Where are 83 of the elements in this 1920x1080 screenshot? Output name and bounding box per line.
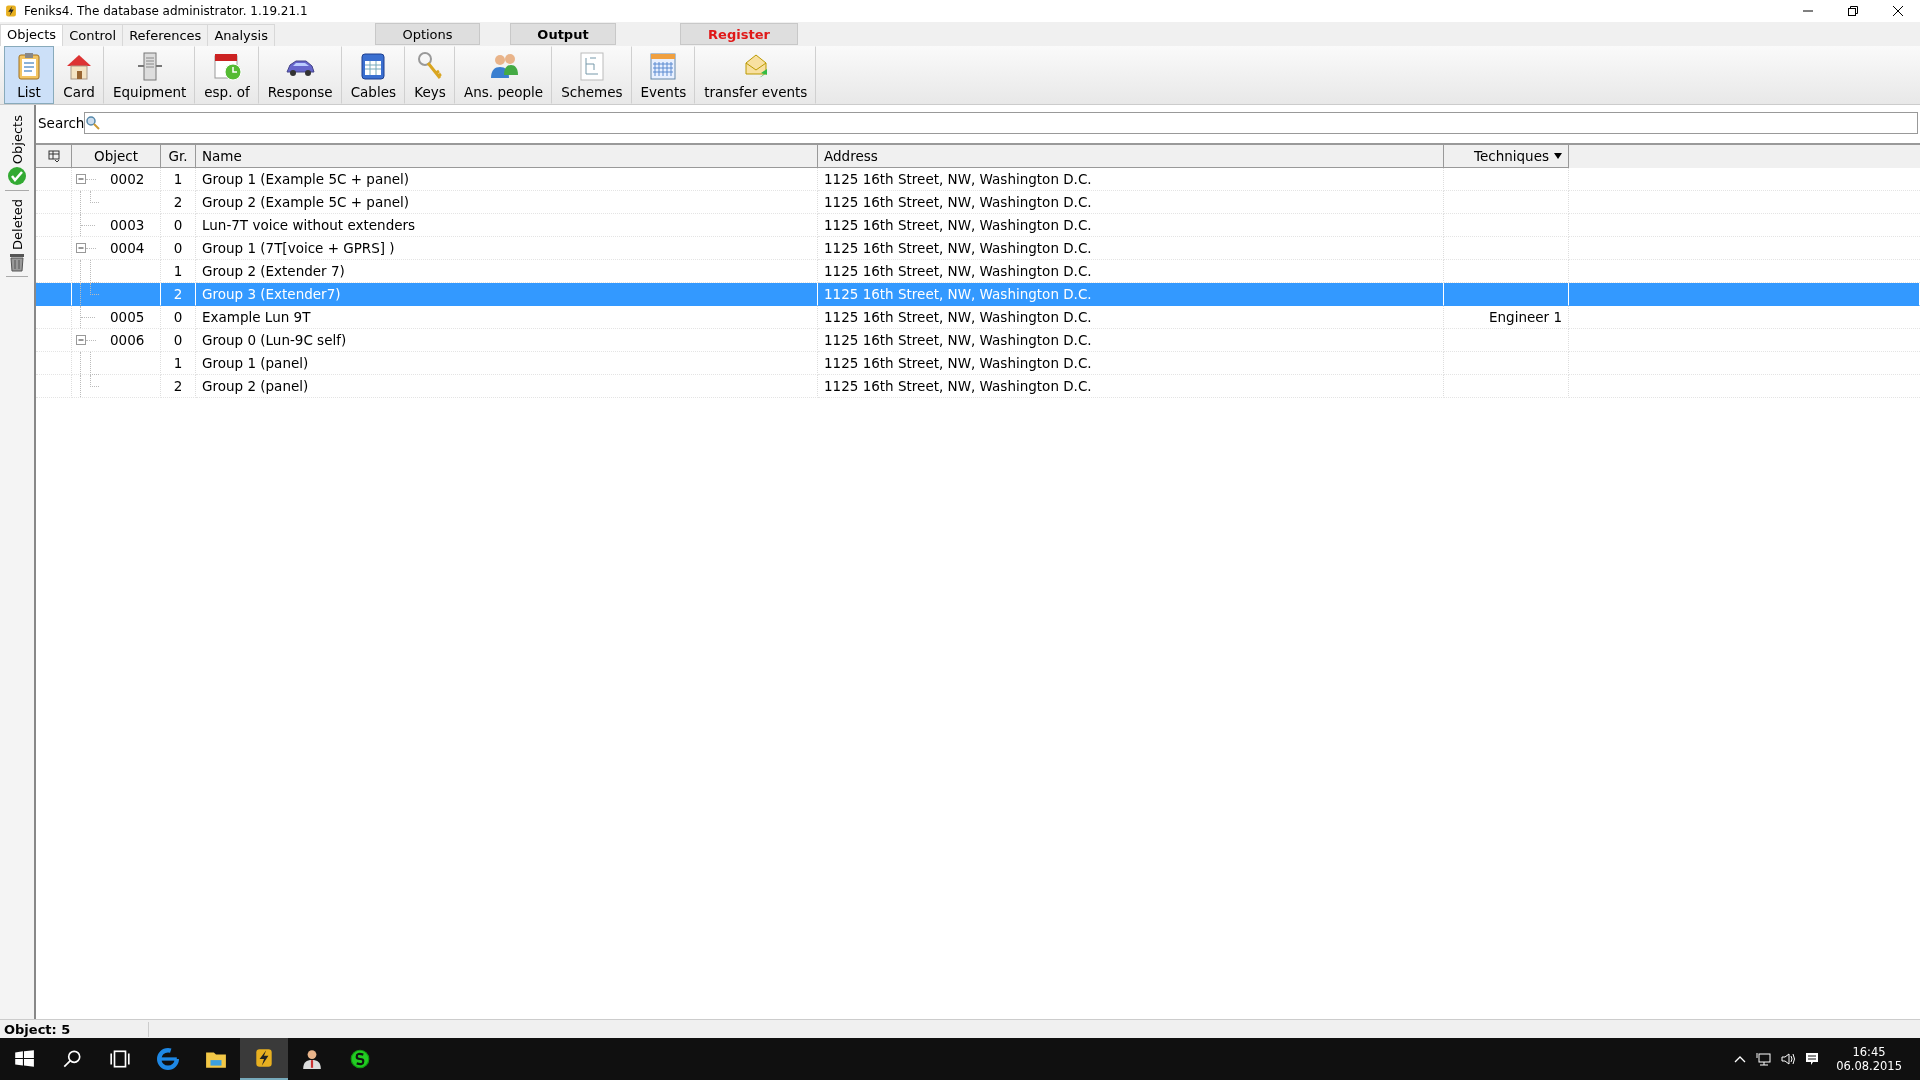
column-header[interactable]: Name — [196, 145, 818, 168]
address-cell: 1125 16th Street, NW, Washington D.C. — [818, 168, 1444, 191]
address-cell: 1125 16th Street, NW, Washington D.C. — [818, 306, 1444, 329]
dropdown-caret-icon — [1554, 153, 1562, 159]
toolbar-button[interactable]: Cables — [341, 46, 405, 104]
group-cell: 2 — [161, 375, 196, 398]
app-icon — [4, 4, 18, 18]
name-cell: Lun-7T voice without extenders — [196, 214, 818, 237]
status-text: Object: 5 — [0, 1021, 149, 1037]
group-cell: 1 — [161, 168, 196, 191]
name-cell: Group 2 (Example 5C + panel) — [196, 191, 818, 214]
address-cell: 1125 16th Street, NW, Washington D.C. — [818, 237, 1444, 260]
close-icon — [1891, 5, 1904, 17]
search-icon — [85, 115, 102, 131]
column-header[interactable]: Gr. — [161, 145, 196, 168]
network-icon[interactable] — [1756, 1051, 1773, 1067]
name-cell: Group 0 (Lun-9C self) — [196, 329, 818, 352]
search-label: Search — [38, 115, 85, 131]
group-cell: 2 — [161, 283, 196, 306]
check-icon — [7, 166, 27, 187]
toolbar-button[interactable]: Schemes — [552, 46, 632, 104]
clock[interactable]: 16:45 06.08.2015 — [1828, 1045, 1910, 1073]
address-cell: 1125 16th Street, NW, Washington D.C. — [818, 214, 1444, 237]
group-cell: 0 — [161, 214, 196, 237]
toolbar-button[interactable]: Card — [54, 46, 104, 104]
collapse-icon[interactable] — [76, 335, 86, 345]
side-tab[interactable]: Deleted — [6, 197, 28, 278]
group-cell: 0 — [161, 237, 196, 260]
bolt-icon — [253, 1047, 275, 1069]
toolbar-button[interactable]: Keys — [405, 46, 455, 104]
column-header[interactable]: Techniques — [1444, 145, 1569, 168]
name-cell: Group 1 (7T[voice + GPRS] ) — [196, 237, 818, 260]
toolbar-button[interactable]: Response — [258, 46, 342, 104]
object-cell: 0004 — [72, 237, 161, 260]
object-cell: 0006 — [72, 329, 161, 352]
address-cell: 1125 16th Street, NW, Washington D.C. — [818, 352, 1444, 375]
toolbar-button[interactable]: Events — [631, 46, 696, 104]
restore-icon — [1846, 5, 1859, 17]
taskview-icon — [109, 1048, 131, 1070]
toolbar-button[interactable]: Equipment — [104, 46, 196, 104]
person-icon — [301, 1048, 323, 1070]
column-header[interactable]: Object — [72, 145, 161, 168]
taskbar-button[interactable] — [240, 1038, 288, 1080]
column-header[interactable]: Address — [818, 145, 1444, 168]
browser-icon — [157, 1048, 179, 1070]
toolbar-button[interactable]: List — [4, 46, 54, 104]
start-icon — [13, 1048, 35, 1070]
toolbar-button[interactable]: transfer events — [695, 46, 817, 104]
address-cell: 1125 16th Street, NW, Washington D.C. — [818, 283, 1444, 306]
group-cell: 2 — [161, 191, 196, 214]
object-cell: 0005 — [72, 306, 161, 329]
collapse-icon[interactable] — [76, 174, 86, 184]
header-button[interactable]: Output — [510, 23, 616, 45]
menu-tab[interactable]: Objects — [0, 24, 64, 46]
menu-tab[interactable]: Analysis — [207, 24, 275, 46]
toolbar-button[interactable]: Ans. people — [455, 46, 553, 104]
trash-icon — [8, 252, 26, 273]
notification-icon[interactable] — [1804, 1051, 1821, 1067]
address-cell: 1125 16th Street, NW, Washington D.C. — [818, 329, 1444, 352]
name-cell: Group 3 (Extender7) — [196, 283, 818, 306]
name-cell: Example Lun 9T — [196, 306, 818, 329]
column-chooser-icon[interactable] — [36, 145, 72, 168]
object-cell: 0002 — [72, 168, 161, 191]
coin-icon — [349, 1048, 371, 1070]
volume-icon[interactable] — [1780, 1051, 1797, 1067]
name-cell: Group 1 (panel) — [196, 352, 818, 375]
window-title: Feniks4. The database administrator. 1.19.21.1 — [24, 4, 309, 18]
group-cell: 0 — [161, 306, 196, 329]
address-cell: 1125 16th Street, NW, Washington D.C. — [818, 375, 1444, 398]
group-cell: 0 — [161, 329, 196, 352]
name-cell: Group 1 (Example 5C + panel) — [196, 168, 818, 191]
group-cell: 1 — [161, 352, 196, 375]
techniques-cell: Engineer 1 — [1444, 306, 1569, 329]
collapse-icon[interactable] — [76, 243, 86, 253]
side-tab[interactable]: Objects — [5, 113, 29, 192]
register-button[interactable]: Register — [680, 23, 798, 45]
object-cell: 0003 — [72, 214, 161, 237]
search-field[interactable] — [84, 112, 1918, 134]
search-icon — [61, 1048, 83, 1070]
toolbar-button[interactable]: esp. of — [195, 46, 259, 104]
address-cell: 1125 16th Street, NW, Washington D.C. — [818, 191, 1444, 214]
name-cell: Group 2 (panel) — [196, 375, 818, 398]
header-button[interactable]: Options — [375, 23, 480, 45]
